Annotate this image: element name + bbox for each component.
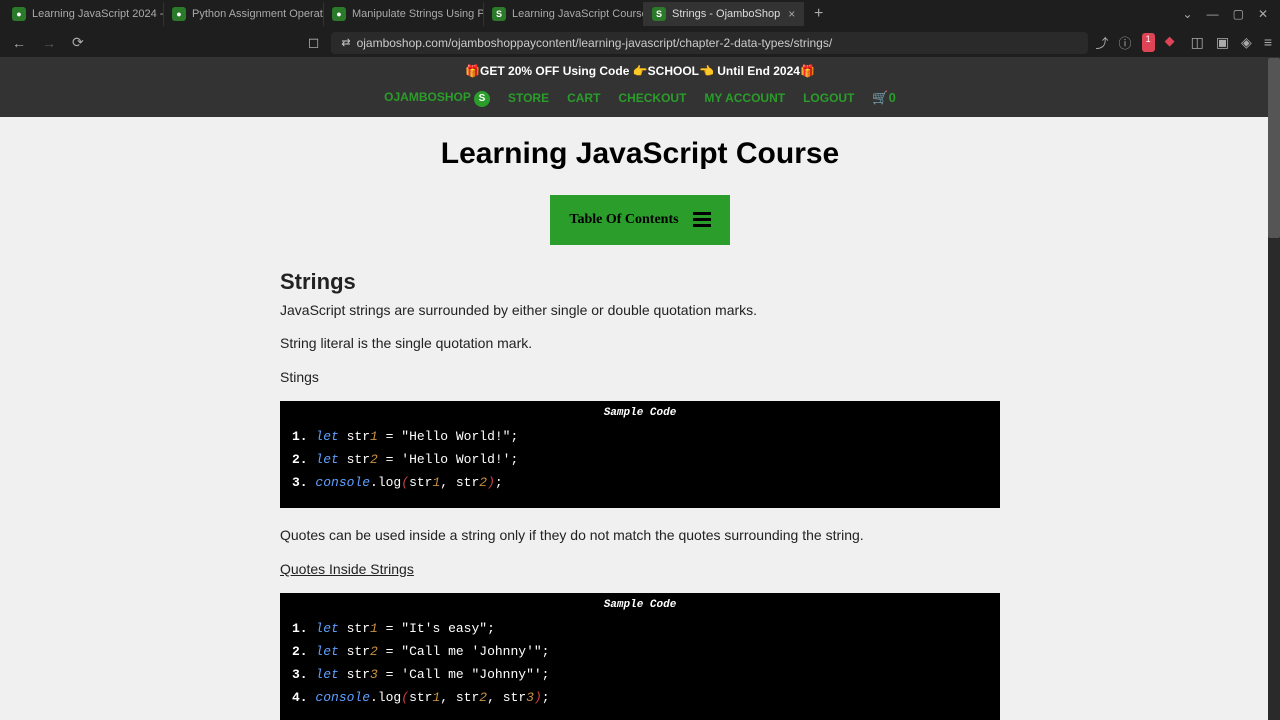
article: Strings JavaScript strings are surrounde… — [280, 269, 1000, 720]
nav-brand[interactable]: OJAMBOSHOP S — [384, 90, 490, 107]
url-actions: ⤴ ⓘ 1 ◆ — [1096, 33, 1175, 52]
minimize-icon[interactable]: — — [1207, 7, 1219, 21]
paragraph: String literal is the single quotation m… — [280, 334, 1000, 354]
hamburger-icon — [693, 212, 711, 227]
code-line: 2. let str2 = 'Hello World!'; — [280, 448, 1000, 471]
nav-checkout[interactable]: CHECKOUT — [618, 91, 686, 105]
browser-tab[interactable]: ● Manipulate Strings Using Pyth — [324, 2, 484, 26]
bookmark-icon[interactable]: ◻ — [304, 32, 324, 53]
paragraph: Quotes can be used inside a string only … — [280, 526, 1000, 546]
code-block: Sample Code 1. let str1 = "Hello World!"… — [280, 401, 1000, 508]
browser-tab[interactable]: ● Learning JavaScript 2024 - Ojan — [4, 2, 164, 26]
code-line: 2. let str2 = "Call me 'Johnny'"; — [280, 640, 1000, 663]
reload-button[interactable]: ⟳ — [68, 32, 88, 53]
share-icon[interactable]: ⤴ — [1096, 33, 1109, 52]
forward-button[interactable]: → — [38, 33, 60, 53]
paragraph: JavaScript strings are surrounded by eit… — [280, 301, 1000, 321]
tab-bar: ● Learning JavaScript 2024 - Ojan ● Python… — [0, 0, 1280, 28]
favicon-icon: ● — [172, 7, 186, 21]
code-title: Sample Code — [280, 593, 1000, 617]
browser-tab-active[interactable]: S Strings - OjamboShop × — [644, 2, 804, 26]
url-bar: ← → ⟳ ◻ ⇄ ojamboshop.com/ojamboshoppayco… — [0, 28, 1280, 58]
sidebar-icon[interactable]: ◫ — [1191, 34, 1204, 51]
page-viewport: 🎁GET 20% OFF Using Code 👉SCHOOL👈 Until E… — [0, 58, 1280, 720]
chevron-down-icon[interactable]: ⌄ — [1183, 7, 1193, 21]
tab-label: Learning JavaScript Course - O — [512, 8, 644, 20]
close-icon[interactable]: × — [788, 7, 795, 21]
brave-shield-icon[interactable]: 1 — [1142, 33, 1155, 52]
nav-account[interactable]: MY ACCOUNT — [704, 91, 785, 105]
browser-tab[interactable]: S Learning JavaScript Course - O — [484, 2, 644, 26]
scrollbar-thumb[interactable] — [1268, 58, 1280, 238]
browser-right-controls: ◫ ▣ ◈ ≡ — [1191, 34, 1272, 51]
favicon-icon: S — [492, 7, 506, 21]
wallet-icon[interactable]: ▣ — [1216, 34, 1229, 51]
code-line: 4. console.log(str1, str2, str3); — [280, 686, 1000, 709]
browser-tab[interactable]: ● Python Assignment Operators — [164, 2, 324, 26]
lock-icon: ⇄ — [341, 36, 350, 49]
page-title: Learning JavaScript Course — [0, 137, 1280, 171]
window-controls: ⌄ — ▢ ✕ — [1183, 7, 1276, 21]
brave-icon[interactable]: ◆ — [1165, 33, 1175, 52]
code-line: 3. console.log(str1, str2); — [280, 471, 1000, 494]
code-line: 1. let str1 = "It's easy"; — [280, 617, 1000, 640]
maximize-icon[interactable]: ▢ — [1233, 7, 1244, 21]
main-nav: OJAMBOSHOP S STORE CART CHECKOUT MY ACCO… — [0, 84, 1280, 117]
favicon-icon: S — [652, 7, 666, 21]
new-tab-button[interactable]: + — [804, 5, 833, 23]
toc-label: Table Of Contents — [569, 212, 678, 228]
code-block: Sample Code 1. let str1 = "It's easy"; 2… — [280, 593, 1000, 720]
close-window-icon[interactable]: ✕ — [1258, 7, 1268, 21]
paragraph: Stings — [280, 368, 1000, 388]
tab-label: Learning JavaScript 2024 - Ojan — [32, 8, 164, 20]
favicon-icon: ● — [12, 7, 26, 21]
scrollbar[interactable] — [1268, 58, 1280, 720]
back-button[interactable]: ← — [8, 33, 30, 53]
paragraph: Quotes Inside Strings — [280, 560, 1000, 580]
section-heading: Strings — [280, 269, 1000, 295]
cart-icon[interactable]: 🛒0 — [872, 90, 895, 106]
logo-icon: S — [474, 91, 490, 107]
toc-button[interactable]: Table Of Contents — [550, 195, 730, 245]
rss-icon[interactable]: ⓘ — [1119, 33, 1132, 52]
favicon-icon: ● — [332, 7, 346, 21]
content-area: Learning JavaScript Course Table Of Cont… — [0, 117, 1280, 720]
tab-label: Python Assignment Operators — [192, 8, 324, 20]
nav-cart[interactable]: CART — [567, 91, 600, 105]
code-title: Sample Code — [280, 401, 1000, 425]
tab-label: Strings - OjamboShop — [672, 8, 780, 20]
nav-logout[interactable]: LOGOUT — [803, 91, 854, 105]
code-line: 1. let str1 = "Hello World!"; — [280, 425, 1000, 448]
address-bar[interactable]: ⇄ ojamboshop.com/ojamboshoppaycontent/le… — [331, 32, 1087, 54]
url-text: ojamboshop.com/ojamboshoppaycontent/lear… — [357, 36, 833, 50]
code-line: 3. let str3 = 'Call me "Johnny"'; — [280, 663, 1000, 686]
menu-icon[interactable]: ≡ — [1264, 34, 1272, 51]
nav-store[interactable]: STORE — [508, 91, 549, 105]
promo-banner: 🎁GET 20% OFF Using Code 👉SCHOOL👈 Until E… — [0, 58, 1280, 84]
tab-label: Manipulate Strings Using Pyth — [352, 8, 484, 20]
extensions-icon[interactable]: ◈ — [1241, 34, 1252, 51]
